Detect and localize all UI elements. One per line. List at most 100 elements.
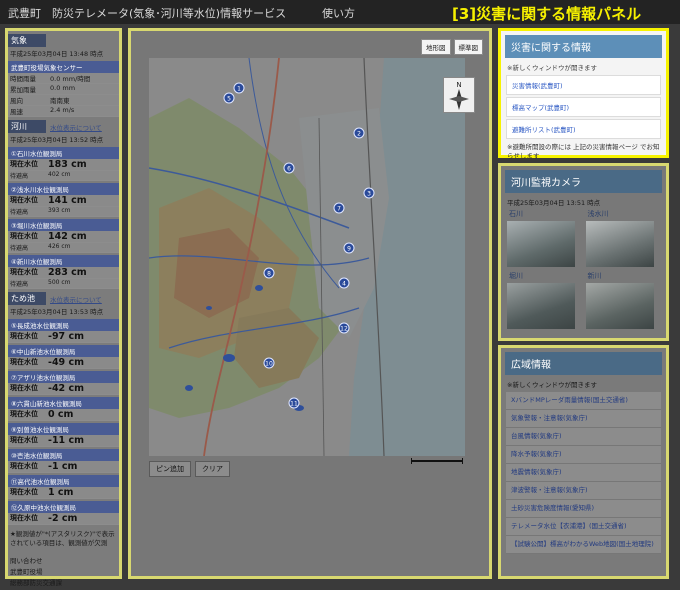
station-marker[interactable]: 4 — [338, 277, 350, 289]
pond-station-name[interactable]: ⑦アザリ池水位観測局 — [8, 371, 119, 383]
pond-level-value: -49 cm — [48, 357, 85, 368]
river-level-help-link[interactable]: 水位表示について — [50, 122, 102, 132]
river-evac-value: 500 cm — [48, 279, 71, 286]
contact-info: 問い合わせ武豊町役場総務部防災交通課TEL:(0569)72-1111FAX:(… — [8, 550, 119, 590]
wide-area-link[interactable]: 土砂災害危険度情報(愛知県) — [506, 500, 661, 518]
weather-row-value: 0.0 mm/時間 — [50, 75, 91, 83]
river-station-name[interactable]: ③堀川水位観測局 — [8, 219, 119, 231]
wide-area-link[interactable]: 降水予報(気象庁) — [506, 446, 661, 464]
river-level-row: 現在水位 183 cm — [8, 159, 119, 171]
pond-station-name[interactable]: ⑤長成池水位観測局 — [8, 319, 119, 331]
camera-cell[interactable]: 堀川 — [507, 271, 582, 329]
disaster-link[interactable]: 避難所リスト(武豊町) — [506, 119, 661, 139]
weather-time: 平成25年03月04日 13:48 時点 — [10, 50, 104, 58]
station-marker[interactable]: 10 — [263, 357, 275, 369]
weather-table: 時間雨量 0.0 mm/時間 累加雨量 0.0 mm 風向 南南東 風速 2.4 m/s — [8, 73, 119, 117]
wide-area-panel: 広域情報 ※新しくウィンドウが開きます XバンドMPレーダ雨量情報(国土交通省)… — [498, 345, 669, 579]
pond-level-row: 現在水位 -42 cm — [8, 383, 119, 395]
pond-section-header: ため池 水位表示について — [8, 292, 119, 305]
add-pin-button[interactable]: ピン追加 — [149, 461, 191, 477]
map-canvas[interactable]: 123456789101112 — [149, 58, 465, 456]
weather-station-title: 武豊町役場気象センサー — [8, 61, 119, 73]
station-marker-label: 2 — [357, 131, 361, 138]
disaster-info-panel: 災害に関する情報 ※新しくウィンドウが開きます 災害情報(武豊町) 標高マップ(武… — [498, 28, 669, 160]
pond-level-value: 1 cm — [48, 487, 74, 498]
river-evac-label: 待避高 — [10, 209, 29, 216]
standard-map-button[interactable]: 標準図 — [453, 39, 483, 55]
clear-button[interactable]: クリア — [195, 461, 230, 477]
terrain-map-button[interactable]: 地形図 — [421, 39, 451, 55]
pond-level-label: 現在水位 — [10, 488, 38, 496]
pond-station-name[interactable]: ⑩壱池水位観測局 — [8, 449, 119, 461]
wide-area-link[interactable]: テレメータ水位【衣浦港】(国土交通省) — [506, 518, 661, 536]
station-marker-label: 3 — [367, 191, 371, 198]
river-evac-value: 393 cm — [48, 207, 71, 214]
station-marker[interactable]: 8 — [263, 267, 275, 279]
river-station-name[interactable]: ④新川水位観測局 — [8, 255, 119, 267]
station-marker[interactable]: 9 — [343, 242, 355, 254]
pond-station-name[interactable]: ⑫久原中池水位観測局 — [8, 501, 119, 513]
river-level-value: 283 cm — [48, 267, 87, 278]
camera-grid: 石川 浅水川堀川 新川 — [501, 207, 666, 331]
camera-cell[interactable]: 新川 — [585, 271, 661, 329]
pond-station-name[interactable]: ⑨別曽池水位観測局 — [8, 423, 119, 435]
help-link[interactable]: 使い方 — [322, 5, 355, 21]
station-marker-label: 9 — [347, 246, 351, 253]
panel-caption: [3]災害に関する情報パネル — [452, 5, 642, 23]
scale-bar — [411, 449, 463, 464]
pond-level-row: 現在水位 -97 cm — [8, 331, 119, 343]
river-evac-row: 待避高 426 cm — [8, 243, 119, 253]
pond-station-name[interactable]: ⑧六貫山新池水位観測局 — [8, 397, 119, 409]
river-level-row: 現在水位 142 cm — [8, 231, 119, 243]
wide-area-link[interactable]: 台風情報(気象庁) — [506, 428, 661, 446]
camera-thumbnail[interactable] — [507, 221, 575, 267]
app-title: 武豊町 防災テレメータ(気象･河川等水位)情報サービス — [8, 7, 287, 20]
camera-cell[interactable]: 浅水川 — [585, 209, 661, 267]
station-marker[interactable]: 12 — [338, 322, 350, 334]
map-view[interactable]: 1 2 3 4 5 6 7 8 9 10 11 12 — [149, 58, 465, 456]
camera-thumbnail[interactable] — [585, 283, 654, 329]
station-marker[interactable]: 3 — [363, 187, 375, 199]
wide-area-link[interactable]: 【試験公開】標高がわかるWeb地図(国土地理院) — [506, 536, 661, 554]
disaster-link[interactable]: 標高マップ(武豊町) — [506, 97, 661, 117]
camera-thumbnail[interactable] — [585, 221, 654, 267]
river-level-label: 現在水位 — [10, 196, 38, 204]
wide-area-link[interactable]: XバンドMPレーダ雨量情報(国土交通省) — [506, 392, 661, 410]
station-marker[interactable]: 2 — [353, 127, 365, 139]
camera-name: 浅水川 — [587, 210, 609, 218]
river-evac-label: 待避高 — [10, 173, 29, 180]
disaster-link[interactable]: 災害情報(武豊町) — [506, 75, 661, 95]
pond-station-list: ⑤長成池水位観測局 現在水位 -97 cm ⑥中山新池水位観測局 現在水位 -49 cm ⑦… — [8, 319, 119, 525]
river-level-label: 現在水位 — [10, 160, 38, 168]
pond-station-name[interactable]: ⑪高代池水位観測局 — [8, 475, 119, 487]
weather-row-value: 0.0 mm — [50, 84, 76, 92]
camera-cell[interactable]: 石川 — [507, 209, 582, 267]
station-marker[interactable]: 6 — [283, 162, 295, 174]
river-station-list: ①石川水位観測局 現在水位 183 cm 待避高 402 cm ②浅水川水位観測局 現在水位… — [8, 147, 119, 289]
river-level-value: 183 cm — [48, 159, 87, 170]
pond-level-value: -11 cm — [48, 435, 85, 446]
station-marker[interactable]: 11 — [288, 397, 300, 409]
wide-area-link[interactable]: 津波警報・注意報(気象庁) — [506, 482, 661, 500]
river-level-value: 141 cm — [48, 195, 87, 206]
weather-row: 時間雨量 0.0 mm/時間 — [8, 73, 119, 84]
pond-level-row: 現在水位 -49 cm — [8, 357, 119, 369]
wide-area-link[interactable]: 気象警報・注意報(気象庁) — [506, 410, 661, 428]
pond-level-row: 現在水位 -1 cm — [8, 461, 119, 473]
weather-row-value: 南南東 — [50, 97, 70, 105]
map-type-switcher: 地形図 標準図 — [421, 39, 483, 55]
weather-section-header: 気象 — [8, 34, 119, 47]
station-marker[interactable]: 7 — [333, 202, 345, 214]
river-station-name[interactable]: ②浅水川水位観測局 — [8, 183, 119, 195]
station-marker[interactable]: 5 — [223, 92, 235, 104]
station-marker[interactable]: 1 — [233, 82, 245, 94]
river-station-name[interactable]: ①石川水位観測局 — [8, 147, 119, 159]
river-level-label: 現在水位 — [10, 268, 38, 276]
pond-level-help-link[interactable]: 水位表示について — [50, 294, 102, 304]
weather-heading: 気象 — [8, 34, 46, 47]
camera-thumbnail[interactable] — [507, 283, 575, 329]
map-panel: 地形図 標準図 1 2 3 4 5 6 7 8 9 10 11 12 N ピン追… — [128, 28, 492, 579]
pond-station-name[interactable]: ⑥中山新池水位観測局 — [8, 345, 119, 357]
wide-area-link[interactable]: 地震情報(気象庁) — [506, 464, 661, 482]
wide-new-window-note: ※新しくウィンドウが開きます — [507, 381, 597, 389]
